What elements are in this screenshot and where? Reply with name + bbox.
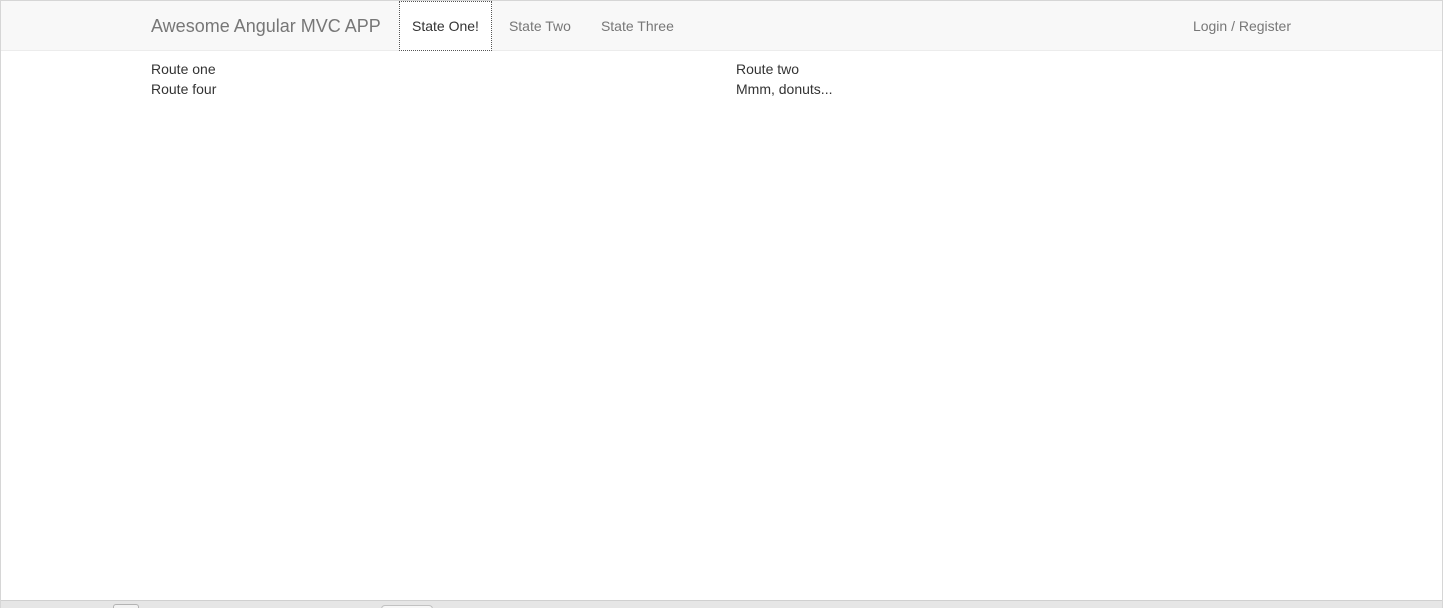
navbar: Awesome Angular MVC APP State One! State… [1,1,1442,51]
navbar-brand[interactable]: Awesome Angular MVC APP [151,1,381,51]
tab-state-two[interactable]: State Two [494,1,586,51]
tab-state-one[interactable]: State One! [399,1,492,51]
browser-page: Awesome Angular MVC APP State One! State… [0,0,1443,608]
bottom-toolbar [1,600,1442,608]
login-register-link[interactable]: Login / Register [1193,1,1291,51]
route-two-text: Route two [736,61,800,77]
route-four-text: Route four [151,81,217,97]
route-one-text: Route one [151,61,216,77]
nav-tabs: State One! State Two State Three [399,1,689,51]
main-content: Route one Route two Route four Mmm, donu… [151,61,1321,97]
tab-state-three[interactable]: State Three [586,1,689,51]
toolbar-button[interactable] [113,604,139,608]
donuts-text: Mmm, donuts... [736,81,833,97]
